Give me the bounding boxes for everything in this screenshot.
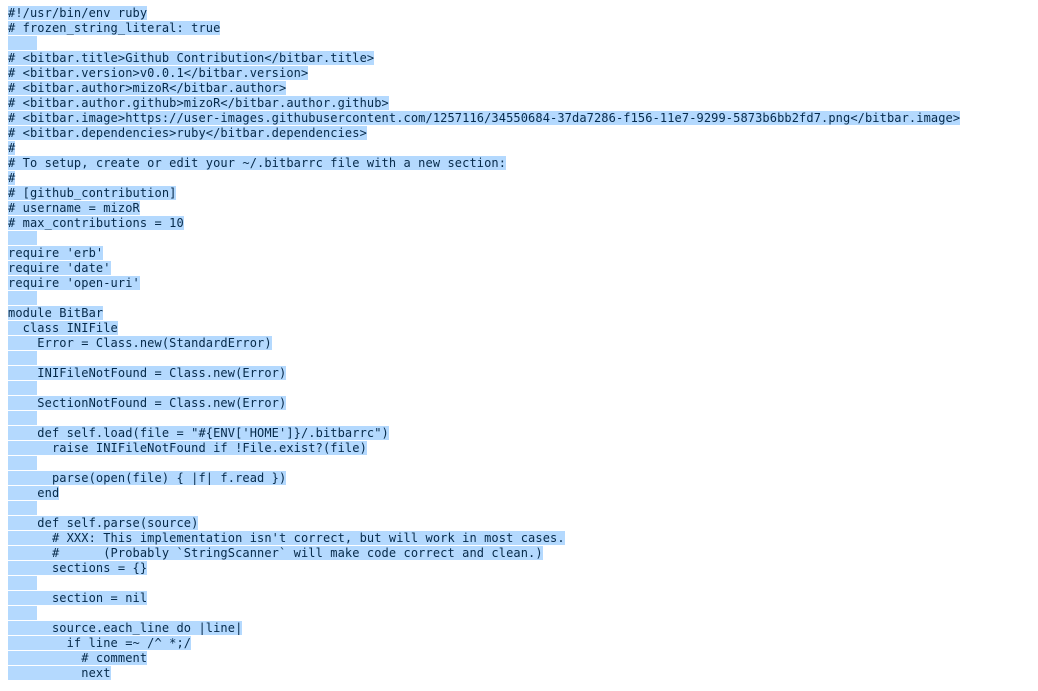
source-code-block: #!/usr/bin/env ruby # frozen_string_lite… bbox=[0, 0, 1038, 691]
code-line: #!/usr/bin/env ruby bbox=[8, 6, 147, 20]
code-line: # username = mizoR bbox=[8, 201, 140, 215]
code-line: section = nil bbox=[8, 591, 147, 605]
code-line: next bbox=[8, 666, 111, 680]
code-line bbox=[8, 576, 37, 590]
code-line: source.each_line do |line| bbox=[8, 621, 242, 635]
code-line: def self.parse(source) bbox=[8, 516, 198, 530]
code-line: require 'erb' bbox=[8, 246, 103, 260]
code-line: # [github_contribution] bbox=[8, 186, 176, 200]
code-line bbox=[8, 291, 37, 305]
code-line: raise INIFileNotFound if !File.exist?(fi… bbox=[8, 441, 367, 455]
code-line: # bbox=[8, 141, 15, 155]
code-line: # <bitbar.dependencies>ruby</bitbar.depe… bbox=[8, 126, 367, 140]
code-line: INIFileNotFound = Class.new(Error) bbox=[8, 366, 286, 380]
code-line: module BitBar bbox=[8, 306, 103, 320]
code-line bbox=[8, 36, 37, 50]
code-line: if line =~ /^ *;/ bbox=[8, 636, 191, 650]
code-line: end bbox=[8, 486, 59, 500]
code-line bbox=[8, 231, 37, 245]
code-line: # <bitbar.version>v0.0.1</bitbar.version… bbox=[8, 66, 308, 80]
code-line bbox=[8, 381, 37, 395]
code-line: # (Probably `StringScanner` will make co… bbox=[8, 546, 543, 560]
code-line: def self.load(file = "#{ENV['HOME']}/.bi… bbox=[8, 426, 389, 440]
code-line: require 'open-uri' bbox=[8, 276, 140, 290]
code-line: Error = Class.new(StandardError) bbox=[8, 336, 272, 350]
code-line bbox=[8, 501, 37, 515]
code-line bbox=[8, 411, 37, 425]
code-line: # <bitbar.author>mizoR</bitbar.author> bbox=[8, 81, 286, 95]
code-line bbox=[8, 606, 37, 620]
code-line: # To setup, create or edit your ~/.bitba… bbox=[8, 156, 506, 170]
code-line: # <bitbar.image>https://user-images.gith… bbox=[8, 111, 960, 125]
code-line: # comment bbox=[8, 651, 147, 665]
code-line: SectionNotFound = Class.new(Error) bbox=[8, 396, 286, 410]
code-line bbox=[8, 456, 37, 470]
code-line: # frozen_string_literal: true bbox=[8, 21, 220, 35]
code-line: # bbox=[8, 171, 15, 185]
code-line: # <bitbar.author.github>mizoR</bitbar.au… bbox=[8, 96, 389, 110]
code-line: require 'date' bbox=[8, 261, 111, 275]
code-line: # <bitbar.title>Github Contribution</bit… bbox=[8, 51, 374, 65]
code-line: sections = {} bbox=[8, 561, 147, 575]
code-line: # max_contributions = 10 bbox=[8, 216, 184, 230]
code-line: parse(open(file) { |f| f.read }) bbox=[8, 471, 286, 485]
code-line: # XXX: This implementation isn't correct… bbox=[8, 531, 565, 545]
code-line: class INIFile bbox=[8, 321, 118, 335]
code-line bbox=[8, 351, 37, 365]
